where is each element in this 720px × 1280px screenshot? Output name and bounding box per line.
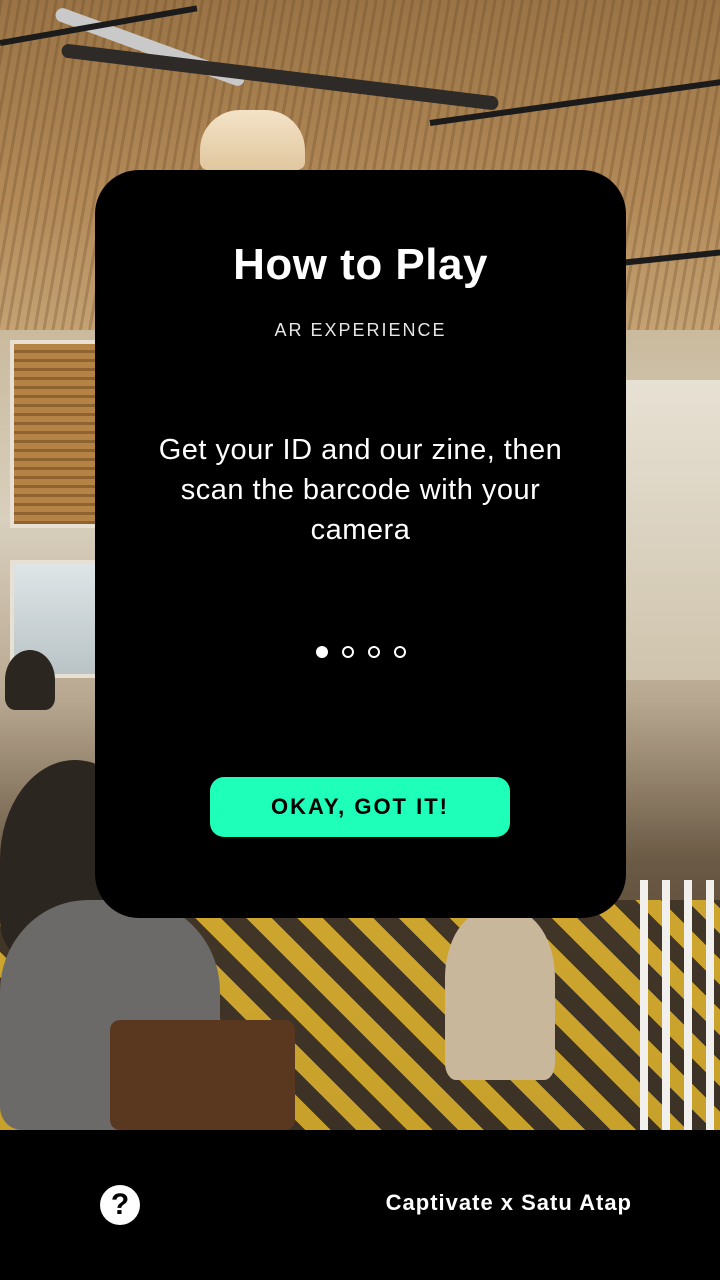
how-to-play-modal: How to Play AR EXPERIENCE Get your ID an… bbox=[95, 170, 626, 918]
pagination-dots bbox=[95, 646, 626, 658]
wall bbox=[625, 380, 720, 680]
pagination-dot[interactable] bbox=[367, 646, 380, 658]
modal-subtitle: AR EXPERIENCE bbox=[274, 320, 447, 340]
person-legs bbox=[445, 910, 555, 1080]
modal-title: How to Play bbox=[233, 240, 488, 289]
okay-got-it-button[interactable]: OKAY, GOT IT! bbox=[210, 777, 510, 837]
white-chair bbox=[640, 880, 720, 1130]
modal-instructions: Get your ID and our zine, then scan the … bbox=[158, 434, 563, 546]
footer-bar: ? Captivate x Satu Atap bbox=[0, 1130, 720, 1280]
person bbox=[5, 650, 55, 710]
ceiling-lamp bbox=[200, 110, 305, 170]
pagination-dot[interactable] bbox=[341, 646, 354, 658]
brand-label: Captivate x Satu Atap bbox=[385, 1190, 632, 1215]
pagination-dot-active[interactable] bbox=[315, 646, 328, 658]
wooden-chair bbox=[110, 1020, 295, 1130]
pagination-dot[interactable] bbox=[393, 646, 406, 658]
question-circle-icon[interactable]: ? bbox=[100, 1185, 140, 1225]
window-blinds bbox=[10, 340, 103, 528]
